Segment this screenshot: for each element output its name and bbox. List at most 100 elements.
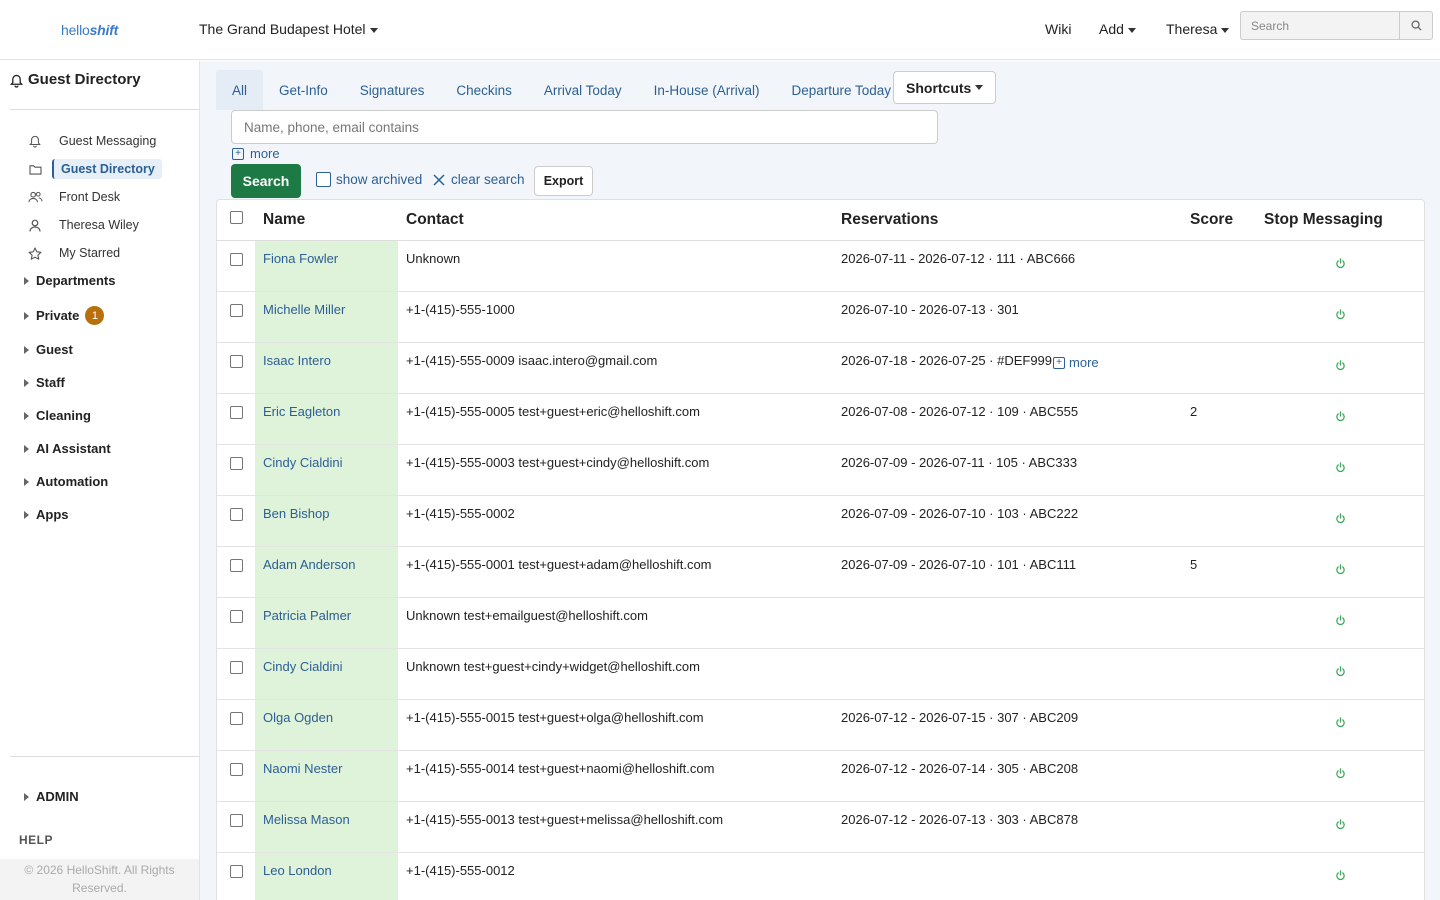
- guest-name-link[interactable]: Melissa Mason: [263, 812, 350, 827]
- column-header-score[interactable]: Score: [1182, 200, 1256, 241]
- row-checkbox[interactable]: [229, 813, 243, 827]
- power-icon[interactable]: [1335, 716, 1346, 731]
- search-button[interactable]: Search: [231, 164, 301, 198]
- power-icon[interactable]: [1335, 869, 1346, 884]
- guest-name-link[interactable]: Naomi Nester: [263, 761, 342, 776]
- help-link[interactable]: HELP: [19, 833, 53, 847]
- row-checkbox[interactable]: [229, 507, 243, 521]
- guest-name-link[interactable]: Fiona Fowler: [263, 251, 338, 266]
- sidebar-item-front-desk[interactable]: Front Desk: [26, 186, 196, 208]
- add-menu[interactable]: Add: [1099, 21, 1136, 37]
- column-header-contact[interactable]: Contact: [398, 200, 833, 241]
- power-icon[interactable]: [1335, 767, 1346, 782]
- guest-search-input[interactable]: [231, 110, 938, 144]
- stop-messaging-cell: [1256, 342, 1424, 394]
- guest-name-link[interactable]: Michelle Miller: [263, 302, 345, 317]
- sidebar-group-admin[interactable]: ADMIN: [24, 789, 79, 804]
- hotel-selector[interactable]: The Grand Budapest Hotel: [199, 21, 378, 37]
- guest-name-link[interactable]: Patricia Palmer: [263, 608, 351, 623]
- sidebar-item-my-starred[interactable]: My Starred: [26, 242, 196, 264]
- more-filters-link[interactable]: + more: [232, 146, 280, 161]
- tab-get-info[interactable]: Get-Info: [263, 70, 344, 110]
- power-icon[interactable]: [1335, 308, 1346, 323]
- export-button[interactable]: Export: [534, 166, 593, 196]
- power-icon[interactable]: [1335, 257, 1346, 272]
- wiki-link[interactable]: Wiki: [1045, 21, 1071, 37]
- table-row: Cindy Cialdini +1-(415)-555-0003 test+gue…: [217, 444, 1424, 496]
- sidebar-group-ai-assistant[interactable]: AI Assistant: [24, 441, 111, 456]
- sidebar-item-guest-messaging[interactable]: Guest Messaging: [26, 130, 196, 152]
- power-icon[interactable]: [1335, 410, 1346, 425]
- power-icon[interactable]: [1335, 614, 1346, 629]
- stop-messaging-cell: [1256, 240, 1424, 292]
- guest-name-link[interactable]: Cindy Cialdini: [263, 659, 342, 674]
- power-icon[interactable]: [1335, 359, 1346, 374]
- unread-count-badge: 1: [85, 306, 105, 325]
- row-select-cell: [217, 444, 255, 496]
- sidebar-group-cleaning[interactable]: Cleaning: [24, 408, 91, 423]
- reservation-cell: [833, 648, 1182, 700]
- shortcuts-dropdown[interactable]: Shortcuts: [893, 71, 997, 104]
- row-checkbox[interactable]: [229, 660, 243, 674]
- global-search-button[interactable]: [1400, 11, 1433, 40]
- guest-name-link[interactable]: Eric Eagleton: [263, 404, 340, 419]
- sidebar-item-theresa-wiley[interactable]: Theresa Wiley: [26, 214, 196, 236]
- sidebar-group-departments[interactable]: Departments: [24, 273, 115, 288]
- guest-name-link[interactable]: Cindy Cialdini: [263, 455, 342, 470]
- score-cell: 5: [1182, 546, 1256, 598]
- sidebar-item-guest-directory[interactable]: Guest Directory: [26, 158, 196, 180]
- reservation-more-link[interactable]: + more: [1052, 355, 1099, 370]
- guest-name-link[interactable]: Olga Ogden: [263, 710, 333, 725]
- tab-arrival-today[interactable]: Arrival Today: [528, 70, 638, 110]
- guest-name-link[interactable]: Ben Bishop: [263, 506, 330, 521]
- caret-right-icon: [24, 276, 29, 285]
- app-logo[interactable]: helloshift: [61, 22, 118, 38]
- row-checkbox[interactable]: [229, 609, 243, 623]
- row-checkbox[interactable]: [229, 864, 243, 878]
- show-archived-checkbox[interactable]: show archived: [316, 172, 422, 187]
- user-menu[interactable]: Theresa: [1166, 21, 1230, 37]
- row-checkbox[interactable]: [229, 762, 243, 776]
- row-checkbox[interactable]: [229, 711, 243, 725]
- power-icon[interactable]: [1335, 665, 1346, 680]
- guest-name-link[interactable]: Leo London: [263, 863, 332, 878]
- sidebar-group-guest[interactable]: Guest: [24, 342, 73, 357]
- contact-cell: +1-(415)-555-0002: [398, 495, 833, 547]
- row-checkbox[interactable]: [229, 405, 243, 419]
- checkbox-box[interactable]: [316, 172, 331, 187]
- tab-signatures[interactable]: Signatures: [344, 70, 441, 110]
- contact-cell: +1-(415)-555-0009 isaac.intero@gmail.com: [398, 342, 833, 394]
- column-header-name[interactable]: Name: [255, 200, 398, 241]
- score-cell: [1182, 801, 1256, 853]
- column-header-reservations[interactable]: Reservations: [833, 200, 1182, 241]
- contact-cell: +1-(415)-555-0012: [398, 852, 833, 900]
- power-icon[interactable]: [1335, 461, 1346, 476]
- guest-name-link[interactable]: Isaac Intero: [263, 353, 331, 368]
- clear-search-link[interactable]: clear search: [433, 172, 525, 187]
- sidebar-group-private[interactable]: Private 1: [24, 306, 105, 325]
- row-checkbox[interactable]: [229, 252, 243, 266]
- table-row: Michelle Miller +1-(415)-555-1000 2026-07-…: [217, 291, 1424, 343]
- row-checkbox[interactable]: [229, 303, 243, 317]
- sidebar-group-staff[interactable]: Staff: [24, 375, 65, 390]
- tab-all[interactable]: All: [216, 70, 264, 110]
- column-header-stop-messaging[interactable]: Stop Messaging: [1256, 200, 1424, 241]
- row-checkbox[interactable]: [229, 456, 243, 470]
- sidebar-group-automation[interactable]: Automation: [24, 474, 108, 489]
- guest-name-link[interactable]: Adam Anderson: [263, 557, 356, 572]
- guest-name-cell: Melissa Mason: [255, 801, 398, 853]
- table-row: Olga Ogden +1-(415)-555-0015 test+guest+o…: [217, 699, 1424, 751]
- sidebar-group-apps[interactable]: Apps: [24, 507, 69, 522]
- user-icon: [26, 219, 44, 232]
- tab-in-house-arrival[interactable]: In-House (Arrival): [638, 70, 776, 110]
- tab-checkins[interactable]: Checkins: [440, 70, 528, 110]
- power-icon[interactable]: [1335, 512, 1346, 527]
- global-search-input[interactable]: [1240, 11, 1400, 40]
- power-icon[interactable]: [1335, 818, 1346, 833]
- row-select-cell: [217, 342, 255, 394]
- tab-departure-today[interactable]: Departure Today: [775, 70, 907, 110]
- select-all-checkbox[interactable]: [229, 210, 243, 224]
- row-checkbox[interactable]: [229, 354, 243, 368]
- power-icon[interactable]: [1335, 563, 1346, 578]
- row-checkbox[interactable]: [229, 558, 243, 572]
